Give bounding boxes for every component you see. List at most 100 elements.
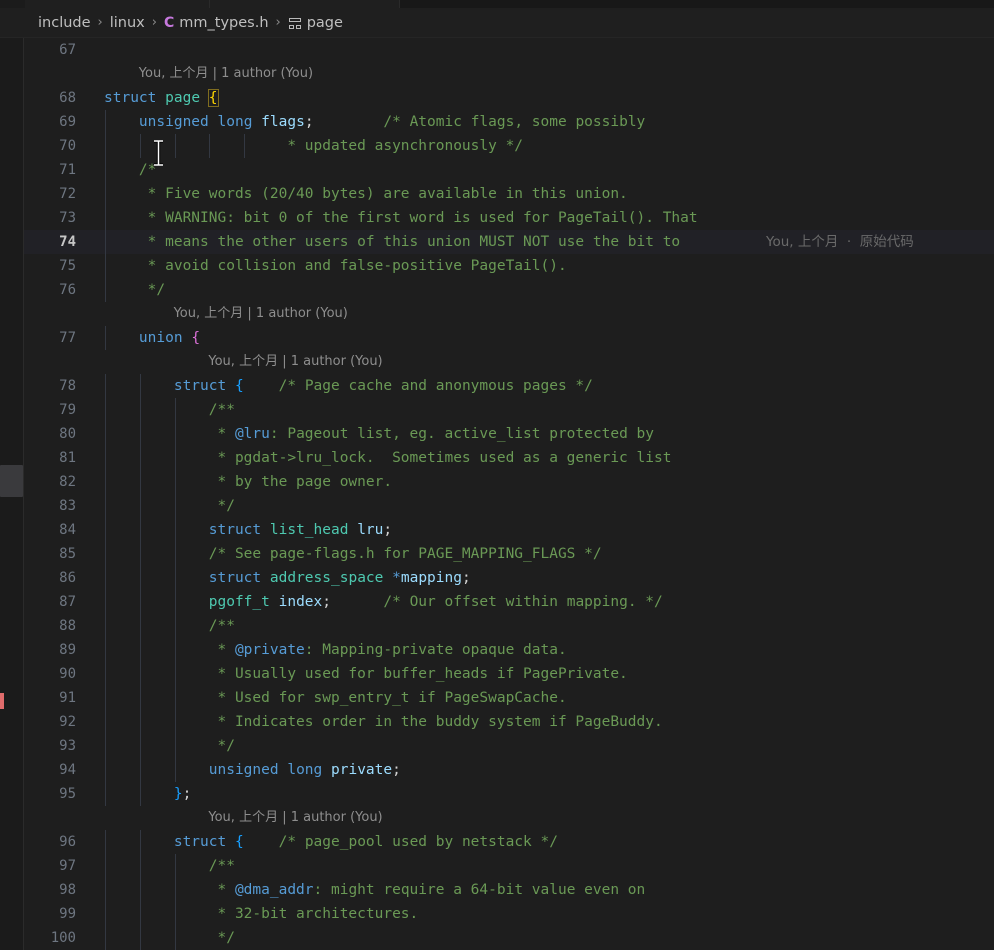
code-text: union { [104,326,200,350]
breadcrumb-item-linux[interactable]: linux [110,15,145,31]
line-number: 95 [24,782,90,806]
code-line[interactable]: 99 * 32-bit architectures. [24,902,994,926]
code-line[interactable]: 90 * Usually used for buffer_heads if Pa… [24,662,994,686]
code-line[interactable]: 94 unsigned long private; [24,758,994,782]
line-number: 71 [24,158,90,182]
code-line[interactable]: 100 */ [24,926,994,950]
code-editor[interactable]: 67 You, 上个月 | 1 author (You) 68 struct page… [23,38,994,950]
editor-tab[interactable] [25,0,210,8]
line-number: 90 [24,662,90,686]
editor-scrollbar-slider[interactable] [0,465,23,497]
code-line[interactable]: 84 struct list_head lru; [24,518,994,542]
code-line[interactable]: 96 struct { /* page_pool used by netstac… [24,830,994,854]
line-number: 88 [24,614,90,638]
git-blame-label: You, 上个月 | 1 author (You) [139,62,313,86]
code-line[interactable]: 67 [24,38,994,62]
editor-overview-ruler[interactable] [0,38,23,950]
line-number: 79 [24,398,90,422]
code-text: struct address_space *mapping; [104,566,471,590]
line-number: 89 [24,638,90,662]
git-blame-annotation[interactable]: You, 上个月 | 1 author (You) [24,806,994,830]
code-line[interactable]: 95 }; [24,782,994,806]
code-line[interactable]: 70 * updated asynchronously */ [24,134,994,158]
line-number: 83 [24,494,90,518]
line-number: 73 [24,206,90,230]
line-number: 75 [24,254,90,278]
line-number: 85 [24,542,90,566]
code-line[interactable]: 79 /** [24,398,994,422]
code-line[interactable]: 91 * Used for swp_entry_t if PageSwapCac… [24,686,994,710]
code-line[interactable]: 93 */ [24,734,994,758]
line-number: 93 [24,734,90,758]
code-text: * @private: Mapping-private opaque data. [104,638,567,662]
code-line[interactable]: 82 * by the page owner. [24,470,994,494]
code-text: * Indicates order in the buddy system if… [104,710,663,734]
code-text: unsigned long flags; /* Atomic flags, so… [104,110,645,134]
code-line[interactable]: 68 struct page { [24,86,994,110]
code-line[interactable]: 81 * pgdat->lru_lock. Sometimes used as … [24,446,994,470]
breadcrumb-separator-icon: › [98,15,103,30]
code-text: struct { /* page_pool used by netstack *… [104,830,558,854]
code-text: */ [104,278,165,302]
code-text: * 32-bit architectures. [104,902,418,926]
breadcrumb-separator-icon: › [152,15,157,30]
tab-bar-empty-area [400,0,994,8]
code-line[interactable]: 89 * @private: Mapping-private opaque da… [24,638,994,662]
line-number: 99 [24,902,90,926]
git-blame-annotation[interactable]: You, 上个月 | 1 author (You) [24,350,994,374]
line-number: 98 [24,878,90,902]
code-text: struct { /* Page cache and anonymous pag… [104,374,593,398]
line-number: 67 [24,38,90,62]
code-line[interactable]: 85 /* See page-flags.h for PAGE_MAPPING_… [24,542,994,566]
line-number: 84 [24,518,90,542]
code-text: * Five words (20/40 bytes) are available… [104,182,628,206]
code-line[interactable]: 98 * @dma_addr: might require a 64-bit v… [24,878,994,902]
code-text: * Used for swp_entry_t if PageSwapCache. [104,686,567,710]
line-number: 96 [24,830,90,854]
line-number: 94 [24,758,90,782]
error-marker[interactable] [0,693,4,709]
git-blame-annotation[interactable]: You, 上个月 | 1 author (You) [24,302,994,326]
editor-tab[interactable] [210,0,400,8]
editor-tab-bar [0,0,994,8]
code-line[interactable]: 76 */ [24,278,994,302]
code-line[interactable]: 92 * Indicates order in the buddy system… [24,710,994,734]
code-line[interactable]: 72 * Five words (20/40 bytes) are availa… [24,182,994,206]
line-number: 76 [24,278,90,302]
breadcrumb-separator-icon: › [276,15,281,30]
code-line[interactable]: 74 * means the other users of this union… [24,230,994,254]
code-text: */ [104,734,235,758]
code-line[interactable]: 69 unsigned long flags; /* Atomic flags,… [24,110,994,134]
code-line[interactable]: 71 /* [24,158,994,182]
line-number: 68 [24,86,90,110]
breadcrumb-item-page[interactable]: page [307,15,343,31]
code-line[interactable]: 78 struct { /* Page cache and anonymous … [24,374,994,398]
line-number: 87 [24,590,90,614]
git-blame-label: You, 上个月 | 1 author (You) [174,302,348,326]
code-line[interactable]: 88 /** [24,614,994,638]
code-text: * updated asynchronously */ [104,134,523,158]
code-text: struct page { [104,86,218,110]
code-line[interactable]: 86 struct address_space *mapping; [24,566,994,590]
line-number: 77 [24,326,90,350]
code-line[interactable]: 83 */ [24,494,994,518]
breadcrumb-item-include[interactable]: include [38,15,91,31]
line-number: 97 [24,854,90,878]
breadcrumb: include › linux › C mm_types.h › page [0,8,994,38]
code-text: pgoff_t index; /* Our offset within mapp… [104,590,663,614]
breadcrumb-item-mm-types-h[interactable]: mm_types.h [179,15,268,31]
code-line[interactable]: 97 /** [24,854,994,878]
code-line[interactable]: 75 * avoid collision and false-positive … [24,254,994,278]
git-blame-annotation[interactable]: You, 上个月 | 1 author (You) [24,62,994,86]
inline-git-blame[interactable]: You, 上个月 · 原始代码 [766,230,914,254]
code-text: * means the other users of this union MU… [104,230,680,254]
code-line[interactable]: 77 union { [24,326,994,350]
code-line[interactable]: 80 * @lru: Pageout list, eg. active_list… [24,422,994,446]
code-text: struct list_head lru; [104,518,392,542]
line-number: 82 [24,470,90,494]
code-line[interactable]: 87 pgoff_t index; /* Our offset within m… [24,590,994,614]
line-number: 70 [24,134,90,158]
line-number: 78 [24,374,90,398]
code-line[interactable]: 73 * WARNING: bit 0 of the first word is… [24,206,994,230]
code-text: * @lru: Pageout list, eg. active_list pr… [104,422,654,446]
